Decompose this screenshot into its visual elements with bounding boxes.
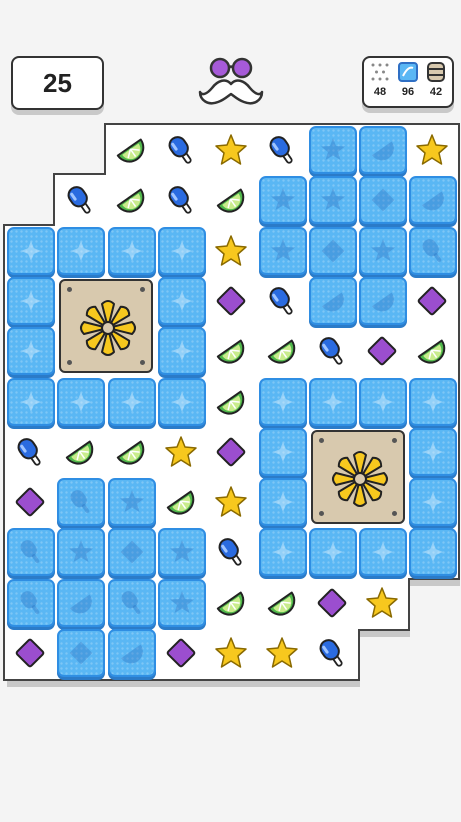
- lime-piece: [106, 175, 156, 225]
- flower-crate: [59, 278, 154, 373]
- blue-block: [57, 226, 106, 275]
- blue-block: [7, 327, 55, 376]
- popsicle-piece: [257, 125, 307, 175]
- popsicle-piece: [206, 527, 256, 577]
- blue-block: [258, 478, 307, 527]
- star-piece: [156, 427, 206, 477]
- blue-block: [7, 276, 55, 325]
- star-piece: [206, 226, 256, 276]
- blue-block: [409, 478, 458, 527]
- gem-piece: [407, 276, 457, 326]
- blue-block: [258, 427, 307, 476]
- blue-block: [409, 226, 458, 275]
- blue-block: [409, 528, 458, 577]
- lime-piece: [106, 427, 156, 477]
- blue-block: [157, 377, 206, 426]
- popsicle-piece: [257, 276, 307, 326]
- popsicle-piece: [156, 125, 206, 175]
- blue-block: [308, 528, 357, 577]
- blue-block: [308, 226, 357, 275]
- lime-piece: [407, 326, 457, 376]
- blue-block: [308, 276, 357, 325]
- popsicle-piece: [5, 427, 55, 477]
- star-piece: [407, 125, 457, 175]
- gem-piece: [307, 578, 357, 628]
- popsicle-piece: [55, 175, 105, 225]
- blue-block: [57, 478, 106, 527]
- blue-block: [107, 629, 156, 677]
- blue-block: [308, 377, 357, 426]
- flower-icon: [72, 292, 144, 369]
- lime-piece: [257, 578, 307, 628]
- flower-icon: [324, 443, 396, 520]
- blue-block: [157, 276, 206, 325]
- flower-crate: [310, 429, 405, 524]
- star-piece: [257, 628, 307, 678]
- star-piece: [206, 125, 256, 175]
- popsicle-piece: [307, 628, 357, 678]
- blue-block: [57, 377, 106, 426]
- blue-block: [107, 377, 156, 426]
- blue-block: [359, 276, 408, 325]
- blue-block: [308, 176, 357, 225]
- blue-block: [258, 377, 307, 426]
- blue-block: [258, 226, 307, 275]
- blue-block: [57, 578, 106, 627]
- blue-block: [157, 528, 206, 577]
- blue-block: [7, 528, 55, 577]
- popsicle-piece: [307, 326, 357, 376]
- gem-piece: [206, 427, 256, 477]
- blue-block: [359, 377, 408, 426]
- blue-block: [157, 327, 206, 376]
- game-board: [0, 0, 461, 822]
- gem-piece: [5, 628, 55, 678]
- blue-block: [107, 528, 156, 577]
- lime-piece: [206, 377, 256, 427]
- blue-block: [409, 427, 458, 476]
- blue-block: [308, 126, 357, 174]
- blue-block: [409, 377, 458, 426]
- lime-piece: [55, 427, 105, 477]
- star-piece: [206, 628, 256, 678]
- lime-piece: [206, 326, 256, 376]
- blue-block: [7, 226, 55, 275]
- blue-block: [107, 578, 156, 627]
- blue-block: [359, 528, 408, 577]
- blue-block: [107, 478, 156, 527]
- blue-block: [107, 226, 156, 275]
- blue-block: [409, 176, 458, 225]
- lime-piece: [257, 326, 307, 376]
- blue-block: [258, 528, 307, 577]
- gem-piece: [156, 628, 206, 678]
- popsicle-piece: [156, 175, 206, 225]
- blue-block: [157, 578, 206, 627]
- blue-block: [57, 528, 106, 577]
- lime-piece: [206, 578, 256, 628]
- blue-block: [57, 629, 106, 677]
- gem-piece: [206, 276, 256, 326]
- blue-block: [7, 578, 55, 627]
- lime-piece: [206, 175, 256, 225]
- lime-piece: [156, 477, 206, 527]
- blue-block: [359, 176, 408, 225]
- blue-block: [258, 176, 307, 225]
- lime-piece: [106, 125, 156, 175]
- star-piece: [357, 578, 407, 628]
- blue-block: [157, 226, 206, 275]
- blue-block: [359, 126, 408, 174]
- gem-piece: [5, 477, 55, 527]
- blue-block: [7, 377, 55, 426]
- blue-block: [359, 226, 408, 275]
- gem-piece: [357, 326, 407, 376]
- star-piece: [206, 477, 256, 527]
